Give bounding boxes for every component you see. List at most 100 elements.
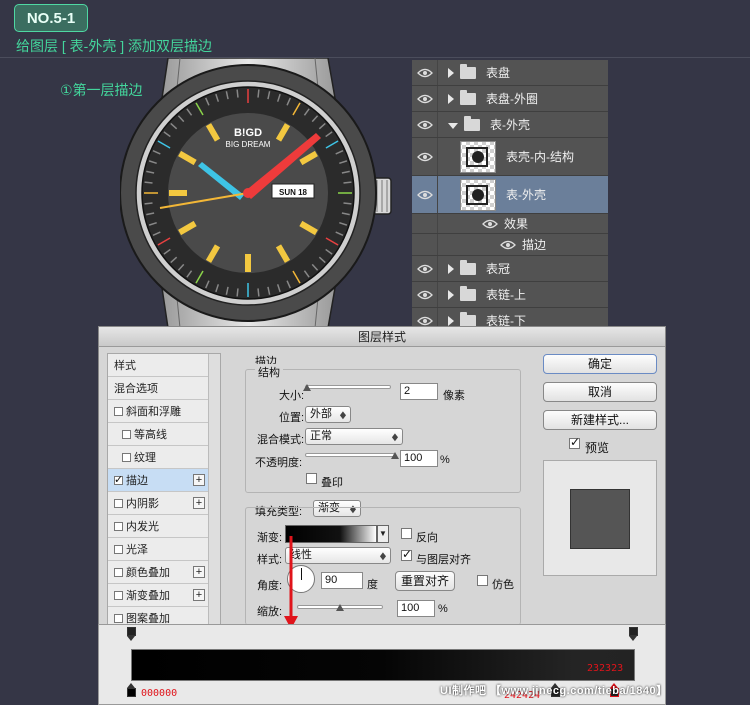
visibility-toggle[interactable] — [412, 256, 438, 281]
dither-label: 仿色 — [492, 579, 514, 591]
style-checkbox[interactable] — [114, 567, 123, 577]
opacity-stop-left[interactable] — [126, 627, 137, 641]
watermark: UI制作吧 【www.jinecg.com/tieba/1840】 — [440, 685, 668, 697]
gradient-label: 渐变: — [257, 532, 283, 544]
folder-icon — [460, 63, 476, 79]
style-checkbox[interactable] — [122, 452, 131, 462]
ok-button[interactable]: 确定 — [543, 354, 657, 374]
layer-row[interactable]: 表-外壳 — [412, 176, 608, 214]
chevron-right-icon[interactable] — [448, 315, 454, 326]
watch-hour-marker — [245, 254, 251, 272]
layer-name: 表壳-内-结构 — [506, 150, 574, 164]
opacity-stop-right[interactable] — [628, 627, 639, 641]
add-style-icon[interactable]: + — [193, 589, 205, 601]
preview-label: 预览 — [585, 441, 610, 455]
visibility-toggle[interactable] — [412, 138, 438, 175]
new-style-button[interactable]: 新建样式... — [543, 410, 657, 430]
folder-icon — [460, 89, 476, 105]
stop-left-hex: 000000 — [141, 688, 178, 699]
styles-scrollbar[interactable] — [208, 354, 220, 624]
gradient-dropdown[interactable]: ▼ — [377, 525, 389, 543]
size-field[interactable]: 2 — [400, 383, 438, 400]
style-checkbox[interactable] — [122, 429, 131, 439]
layer-row[interactable]: 表-外壳 — [412, 112, 608, 138]
style-item[interactable]: 光泽 — [108, 538, 209, 561]
visibility-toggle[interactable] — [412, 112, 438, 137]
style-checkbox[interactable] — [114, 498, 123, 508]
style-checkbox[interactable] — [114, 613, 123, 623]
style-checkbox[interactable] — [114, 473, 123, 486]
style-item[interactable]: 颜色叠加 + — [108, 561, 209, 584]
scale-slider-thumb[interactable] — [336, 604, 344, 611]
layer-row[interactable]: 效果 — [412, 214, 608, 234]
style-item[interactable]: 样式 — [108, 354, 209, 377]
add-style-icon[interactable]: + — [193, 497, 205, 509]
style-item[interactable]: 内发光 — [108, 515, 209, 538]
effect-name: 描边 — [522, 238, 547, 252]
size-label: 大小: — [279, 390, 305, 402]
add-style-icon[interactable]: + — [193, 566, 205, 578]
dither-checkbox[interactable] — [477, 575, 488, 586]
style-checkbox[interactable] — [114, 544, 123, 554]
gradient-bar[interactable] — [131, 649, 635, 681]
layer-thumbnail — [460, 140, 496, 173]
layer-row[interactable]: 表盘 — [412, 60, 608, 86]
style-label: 渐变叠加 — [126, 590, 170, 602]
size-unit: 像素 — [443, 390, 465, 402]
size-slider[interactable] — [305, 385, 391, 389]
style-checkbox[interactable] — [114, 406, 123, 416]
layer-row[interactable]: 表壳-内-结构 — [412, 138, 608, 176]
position-label: 位置: — [279, 412, 305, 424]
opacity-field[interactable]: 100 — [400, 450, 438, 467]
angle-dial-needle — [301, 568, 302, 580]
layer-row[interactable]: 表盘-外圈 — [412, 86, 608, 112]
style-item[interactable]: 等高线 — [108, 423, 209, 446]
structure-title: 结构 — [255, 364, 283, 380]
position-select[interactable]: 外部 — [305, 406, 351, 423]
cancel-button[interactable]: 取消 — [543, 382, 657, 402]
add-style-icon[interactable]: + — [193, 474, 205, 486]
style-item[interactable]: 混合选项 — [108, 377, 209, 400]
gradient-style-select[interactable]: 线性 — [285, 547, 391, 564]
blend-mode-select[interactable]: 正常 — [305, 428, 403, 445]
chevron-right-icon[interactable] — [448, 93, 454, 104]
style-item[interactable]: 描边 + — [108, 469, 209, 492]
opacity-slider[interactable] — [305, 453, 395, 457]
blend-mode-label: 混合模式: — [257, 434, 305, 446]
align-with-layer-label: 与图层对齐 — [416, 554, 471, 566]
scale-field[interactable]: 100 — [397, 600, 435, 617]
style-item[interactable]: 图案叠加 — [108, 607, 209, 624]
layer-row[interactable]: 表冠 — [412, 256, 608, 282]
preview-swatch — [570, 489, 630, 549]
chevron-right-icon[interactable] — [448, 289, 454, 300]
opacity-slider-thumb[interactable] — [391, 452, 399, 459]
overprint-checkbox[interactable] — [306, 473, 317, 484]
layer-row[interactable]: 表链-上 — [412, 282, 608, 308]
style-item[interactable]: 内阴影 + — [108, 492, 209, 515]
reset-alignment-button[interactable]: 重置对齐 — [395, 571, 455, 591]
layer-name: 表-外壳 — [506, 188, 546, 202]
preview-checkbox[interactable] — [569, 435, 580, 449]
style-label: 样式 — [114, 360, 136, 372]
overprint-label: 叠印 — [321, 477, 343, 489]
watch-brand-logo: B!GD — [234, 127, 262, 139]
style-item[interactable]: 斜面和浮雕 — [108, 400, 209, 423]
visibility-toggle[interactable] — [412, 86, 438, 111]
visibility-toggle[interactable] — [412, 282, 438, 307]
layer-row[interactable]: 描边 — [412, 234, 608, 256]
angle-field[interactable]: 90 — [321, 572, 363, 589]
style-checkbox[interactable] — [114, 521, 123, 531]
style-item[interactable]: 纹理 — [108, 446, 209, 469]
visibility-toggle[interactable] — [412, 176, 438, 213]
watch-tick — [236, 288, 239, 297]
align-with-layer-checkbox[interactable] — [401, 547, 412, 561]
chevron-right-icon[interactable] — [448, 263, 454, 274]
chevron-down-icon[interactable] — [448, 122, 458, 129]
style-item[interactable]: 渐变叠加 + — [108, 584, 209, 607]
chevron-right-icon[interactable] — [448, 67, 454, 78]
visibility-toggle[interactable] — [412, 60, 438, 85]
color-stop-left[interactable] — [126, 683, 137, 697]
reverse-checkbox[interactable] — [401, 528, 412, 539]
size-slider-thumb[interactable] — [302, 384, 311, 391]
style-checkbox[interactable] — [114, 590, 123, 600]
